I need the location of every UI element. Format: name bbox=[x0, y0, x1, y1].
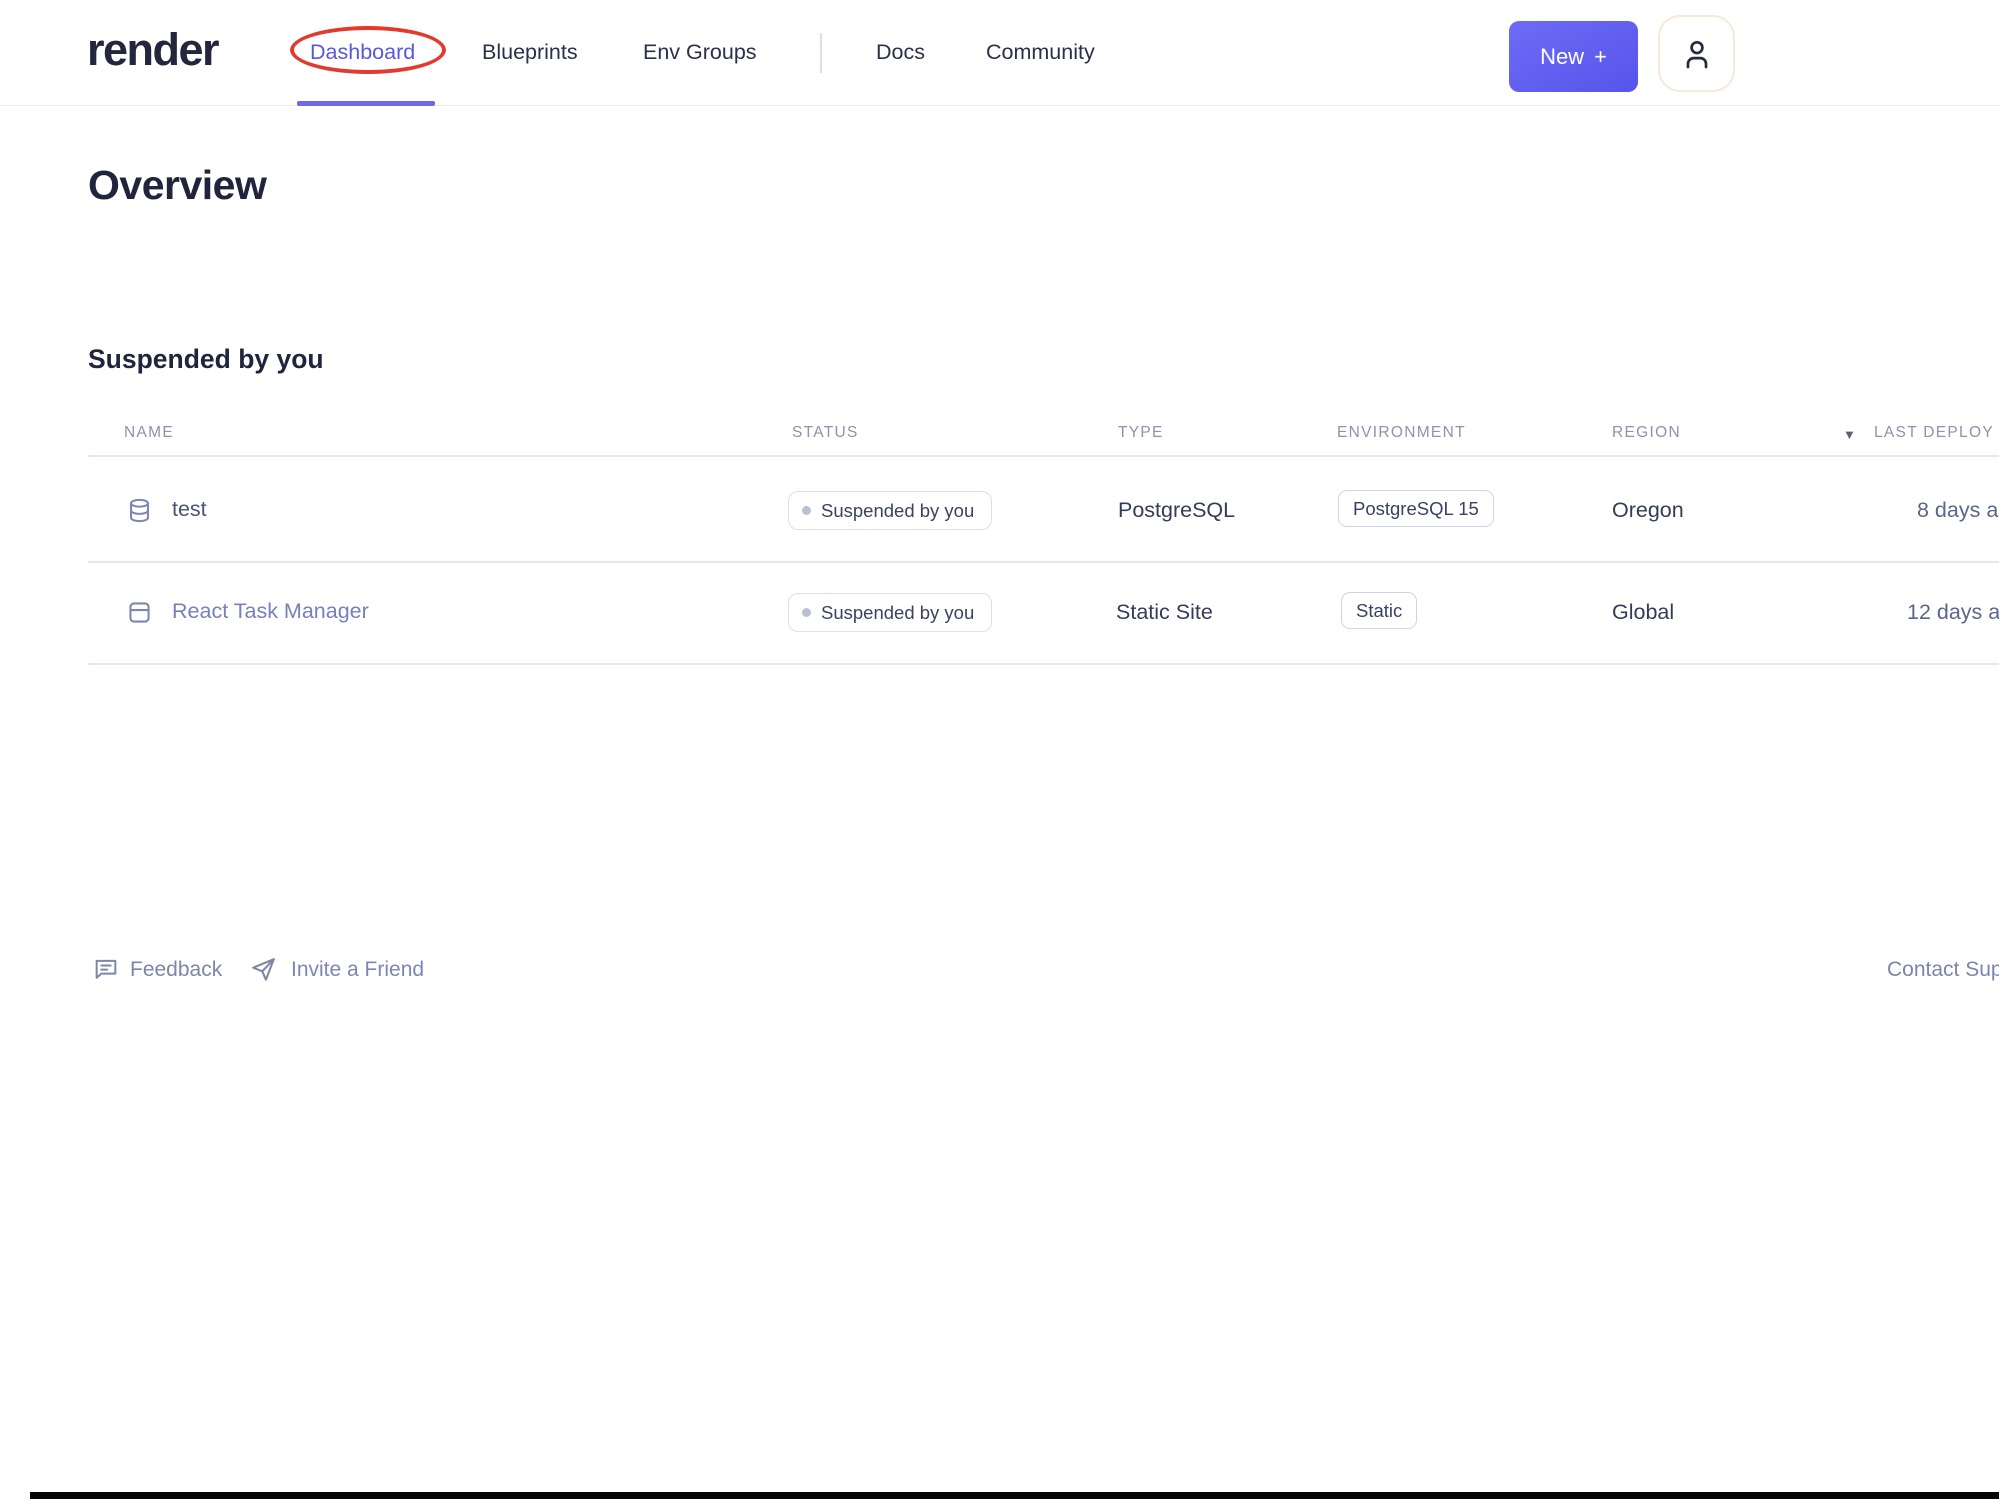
user-avatar-icon bbox=[1678, 35, 1716, 73]
active-tab-underline bbox=[297, 101, 435, 106]
sort-desc-icon: ▼ bbox=[1843, 427, 1856, 442]
region-cell: Global bbox=[1612, 600, 1675, 624]
render-dashboard-page: render Dashboard Blueprints Env Groups D… bbox=[0, 0, 1999, 1500]
nav-item-docs[interactable]: Docs bbox=[876, 0, 925, 104]
top-navigation-bar: render Dashboard Blueprints Env Groups D… bbox=[0, 0, 1999, 106]
environment-badge: PostgreSQL 15 bbox=[1338, 490, 1494, 527]
last-deploy-cell: 8 days ago bbox=[1917, 498, 1999, 522]
bottom-edge-bar bbox=[30, 1492, 1999, 1499]
invite-a-friend-link[interactable]: Invite a Friend bbox=[291, 958, 424, 982]
last-deploy-cell: 12 days ago bbox=[1907, 600, 1999, 624]
status-dot-icon bbox=[802, 506, 811, 515]
status-label: Suspended by you bbox=[821, 601, 975, 623]
new-button[interactable]: New + bbox=[1509, 21, 1638, 92]
render-logo[interactable]: render bbox=[87, 24, 220, 76]
feedback-icon bbox=[92, 955, 120, 983]
row-divider bbox=[88, 663, 1999, 665]
column-header-type: Type bbox=[1118, 424, 1164, 441]
account-menu-button[interactable] bbox=[1658, 15, 1735, 92]
section-title: Suspended by you bbox=[88, 344, 324, 374]
row-divider bbox=[88, 561, 1999, 563]
nav-divider bbox=[820, 33, 822, 73]
nav-item-blueprints[interactable]: Blueprints bbox=[482, 0, 578, 104]
service-name-link[interactable]: React Task Manager bbox=[172, 599, 369, 624]
database-icon bbox=[125, 496, 154, 525]
feedback-link[interactable]: Feedback bbox=[130, 958, 222, 982]
nav-item-dashboard[interactable]: Dashboard bbox=[310, 0, 415, 104]
contact-support-link[interactable]: Contact Support bbox=[1887, 958, 1999, 982]
status-badge: Suspended by you bbox=[788, 593, 993, 632]
column-header-status: Status bbox=[792, 424, 859, 441]
table-header-divider bbox=[88, 455, 1999, 457]
column-header-environment: Environment bbox=[1337, 424, 1466, 441]
type-cell: Static Site bbox=[1116, 600, 1213, 624]
nav-item-community[interactable]: Community bbox=[986, 0, 1095, 104]
service-name-link[interactable]: test bbox=[172, 497, 207, 522]
page-title: Overview bbox=[88, 162, 267, 208]
nav-item-env-groups[interactable]: Env Groups bbox=[643, 0, 757, 104]
region-cell: Oregon bbox=[1612, 498, 1684, 522]
status-label: Suspended by you bbox=[821, 499, 975, 521]
type-cell: PostgreSQL bbox=[1118, 498, 1236, 522]
new-button-label: New bbox=[1540, 43, 1585, 69]
column-header-last-deploy[interactable]: Last Deploy bbox=[1874, 424, 1994, 442]
column-header-region: Region bbox=[1612, 424, 1681, 441]
paper-plane-icon bbox=[249, 955, 277, 983]
status-badge: Suspended by you bbox=[788, 491, 993, 530]
status-dot-icon bbox=[802, 608, 811, 617]
plus-icon: + bbox=[1594, 43, 1607, 69]
static-site-icon bbox=[125, 598, 154, 627]
column-header-name: Name bbox=[124, 424, 174, 441]
environment-badge: Static bbox=[1341, 592, 1418, 629]
